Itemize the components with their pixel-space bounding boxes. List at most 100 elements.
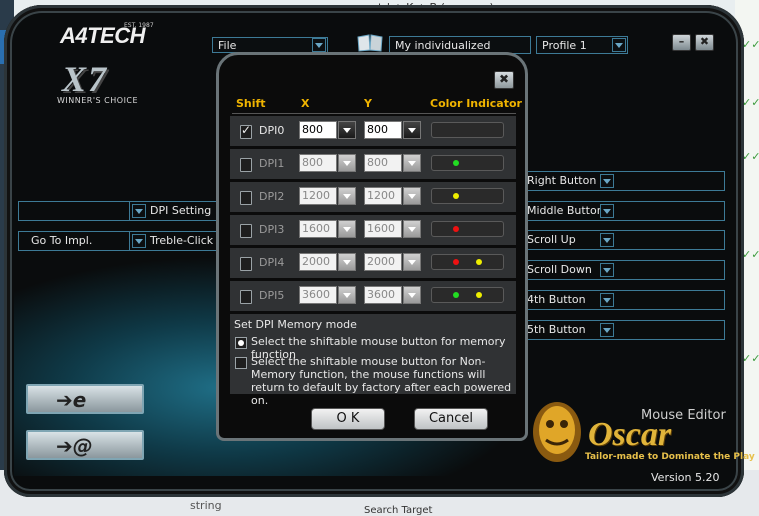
ie-web-button[interactable]: ➔e: [26, 384, 144, 414]
dpi3-x-select[interactable]: 1600: [299, 220, 337, 238]
background-text: Search Target: [364, 505, 433, 516]
dpi1-color-indicator: [431, 155, 504, 171]
background-text: string: [190, 499, 222, 512]
dpi5-x-select[interactable]: 3600: [299, 286, 337, 304]
green-led-icon: [453, 292, 459, 298]
dpi3-y-select[interactable]: 1600: [364, 220, 402, 238]
book-icon: [357, 34, 383, 52]
4th-button-label: 4th Button: [527, 293, 586, 306]
dpi1-y-select[interactable]: 800: [364, 154, 402, 172]
oscar-mascot-icon: [533, 402, 581, 462]
chevron-down-icon[interactable]: [403, 286, 421, 304]
dpi4-y-select[interactable]: 2000: [364, 253, 402, 271]
chevron-down-icon: [132, 234, 146, 248]
y-column-header: Y: [364, 97, 372, 110]
yellow-led-icon: [453, 193, 459, 199]
chevron-down-icon[interactable]: [338, 154, 356, 172]
dpi-row-1: DPI1 800 800: [230, 149, 516, 181]
treble-click-select[interactable]: Treble-Click: [130, 231, 220, 251]
4th-button-select[interactable]: 4th Button: [525, 290, 725, 310]
dpi0-shift-checkbox[interactable]: [240, 123, 252, 139]
chevron-down-icon: [600, 293, 614, 307]
chevron-down-icon[interactable]: [403, 253, 421, 271]
scroll-down-select[interactable]: Scroll Down: [525, 260, 725, 280]
5th-button-label: 5th Button: [527, 323, 586, 336]
chevron-down-icon[interactable]: [338, 121, 356, 139]
profile-select[interactable]: Profile 1: [536, 36, 628, 54]
file-menu-label: File: [218, 39, 237, 52]
scroll-up-label: Scroll Up: [527, 233, 576, 246]
green-led-icon: [453, 160, 459, 166]
dpi5-y-select[interactable]: 3600: [364, 286, 402, 304]
dpi-row-4: DPI4 2000 2000: [230, 248, 516, 280]
dpi2-shift-checkbox[interactable]: [240, 191, 252, 205]
dpi1-x-select[interactable]: 800: [299, 154, 337, 172]
chevron-down-icon[interactable]: [338, 187, 356, 205]
dpi-setting-select[interactable]: DPI Setting: [130, 201, 220, 221]
dpi0-y-select[interactable]: 800: [364, 121, 402, 139]
oscar-tagline: Tailor-made to Dominate the Play: [585, 452, 755, 462]
dpi4-label: DPI4: [259, 256, 285, 269]
header-divider: [232, 113, 516, 114]
red-led-icon: [453, 259, 459, 265]
dpi-row-5: DPI5 3600 3600: [230, 281, 516, 313]
go-to-impl-field[interactable]: Go To Impl.: [18, 231, 130, 251]
minimize-button[interactable]: –: [672, 34, 691, 51]
cancel-button[interactable]: Cancel: [414, 408, 488, 430]
dpi4-color-indicator: [431, 254, 504, 270]
dpi0-x-select[interactable]: 800: [299, 121, 337, 139]
chevron-down-icon: [312, 38, 326, 52]
dpi2-x-select[interactable]: 1200: [299, 187, 337, 205]
dpi-row-0: DPI0 800 800: [230, 116, 516, 148]
file-menu[interactable]: File: [212, 37, 328, 53]
dpi-setting-left-field[interactable]: [18, 201, 130, 221]
chevron-down-icon: [600, 323, 614, 337]
check-icon: ✓✓: [742, 96, 759, 109]
dpi2-color-indicator: [431, 188, 504, 204]
dpi3-shift-checkbox[interactable]: [240, 224, 252, 238]
5th-button-select[interactable]: 5th Button: [525, 320, 725, 340]
dpi-row-3: DPI3 1600 1600: [230, 215, 516, 247]
non-memory-function-radio[interactable]: [235, 357, 247, 369]
chevron-down-icon[interactable]: [403, 121, 421, 139]
dpi4-x-select[interactable]: 2000: [299, 253, 337, 271]
scroll-up-select[interactable]: Scroll Up: [525, 230, 725, 250]
dpi4-shift-checkbox[interactable]: [240, 257, 252, 271]
red-led-icon: [453, 226, 459, 232]
dialog-close-button[interactable]: ✖: [494, 71, 514, 89]
right-button-label: Right Button: [527, 174, 597, 187]
update-button[interactable]: ➔@: [26, 430, 144, 460]
non-memory-function-label: Select the shiftable mouse button for No…: [251, 355, 512, 407]
right-button-select[interactable]: Right Button: [525, 171, 725, 191]
chevron-down-icon[interactable]: [403, 220, 421, 238]
check-icon: ✓✓: [742, 38, 759, 51]
version-label: Version 5.20: [651, 471, 720, 484]
ie-icon: ➔e: [56, 388, 87, 412]
chevron-down-icon: [132, 204, 146, 218]
chevron-down-icon[interactable]: [338, 220, 356, 238]
dpi5-color-indicator: [431, 287, 504, 303]
chevron-down-icon: [600, 263, 614, 277]
scroll-down-label: Scroll Down: [527, 263, 592, 276]
dpi5-shift-checkbox[interactable]: [240, 290, 252, 304]
chevron-down-icon: [600, 174, 614, 188]
treble-click-label: Treble-Click: [150, 234, 214, 247]
ok-button[interactable]: O K: [311, 408, 385, 430]
middle-button-select[interactable]: Middle Button: [525, 201, 725, 221]
chevron-down-icon: [612, 38, 626, 52]
yellow-led-icon: [476, 292, 482, 298]
chevron-down-icon[interactable]: [403, 187, 421, 205]
memory-function-radio[interactable]: [235, 337, 247, 349]
x7-logo: X7: [62, 59, 109, 99]
dpi-setting-label: DPI Setting: [150, 204, 212, 217]
est-label: EST. 1987: [124, 22, 154, 29]
close-button[interactable]: ✖: [695, 34, 714, 51]
chevron-down-icon[interactable]: [338, 253, 356, 271]
chevron-down-icon[interactable]: [338, 286, 356, 304]
dpi2-y-select[interactable]: 1200: [364, 187, 402, 205]
memory-mode-title: Set DPI Memory mode: [234, 318, 357, 331]
dpi1-shift-checkbox[interactable]: [240, 158, 252, 172]
dpi0-color-indicator: [431, 122, 504, 138]
profile-select-label: Profile 1: [542, 39, 587, 52]
chevron-down-icon[interactable]: [403, 154, 421, 172]
